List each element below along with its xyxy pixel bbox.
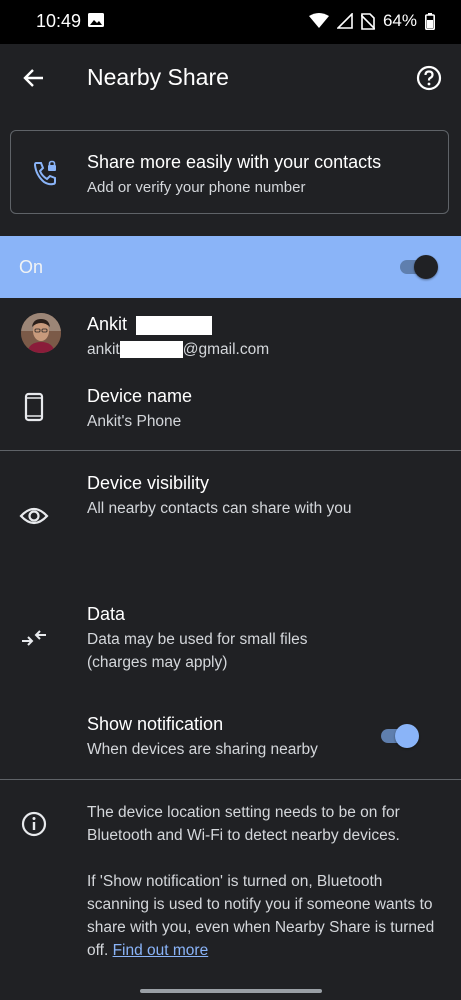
gallery-icon	[88, 13, 104, 27]
avatar	[21, 313, 61, 353]
data-label: Data	[87, 604, 126, 624]
bluetooth-info-text: If 'Show notification' is turned on, Blu…	[87, 873, 435, 959]
redacted-email	[119, 341, 183, 359]
show-notification-value: When devices are sharing nearby	[87, 741, 318, 758]
no-sim-icon	[360, 12, 375, 30]
device-name-value: Ankit's Phone	[87, 413, 182, 430]
nearby-share-toggle-row[interactable]: On	[0, 236, 461, 298]
nearby-share-switch[interactable]	[400, 255, 438, 279]
page-title: Nearby Share	[87, 64, 229, 90]
avatar-image	[21, 313, 61, 353]
help-button[interactable]	[413, 62, 445, 94]
app-bar: Nearby Share	[0, 44, 461, 112]
back-button[interactable]	[18, 62, 50, 94]
info-icon	[21, 811, 47, 837]
device-name-row[interactable]: Device name Ankit's Phone	[0, 372, 461, 442]
location-info-text: The device location setting needs to be …	[87, 804, 400, 844]
signal-icon	[336, 13, 353, 29]
battery-percent: 64%	[382, 11, 417, 30]
divider	[0, 450, 461, 451]
phone-lock-icon	[33, 160, 56, 186]
card-title: Share more easily with your contacts	[87, 152, 382, 172]
toggle-label: On	[19, 257, 44, 277]
device-visibility-label: Device visibility	[87, 473, 210, 493]
account-name: Ankit	[87, 314, 213, 335]
help-icon	[416, 65, 442, 91]
data-usage-row[interactable]: Data Data may be used for small files (c…	[0, 594, 461, 684]
data-value-line2: (charges may apply)	[87, 654, 228, 671]
card-subtitle: Add or verify your phone number	[87, 179, 306, 196]
data-arrows-icon	[22, 630, 46, 646]
show-notification-switch[interactable]	[381, 724, 419, 748]
gesture-nav-handle[interactable]	[140, 989, 322, 993]
status-bar: 10:49 64%	[0, 0, 461, 44]
find-out-more-link[interactable]: Find out more	[113, 942, 209, 959]
back-arrow-icon	[23, 69, 43, 87]
eye-icon	[19, 507, 49, 525]
data-value-line1: Data may be used for small files	[87, 631, 308, 648]
device-name-label: Device name	[87, 386, 193, 406]
account-email: ankit @gmail.com	[87, 341, 270, 359]
phone-icon	[24, 392, 44, 422]
wifi-icon	[308, 13, 329, 28]
status-icons: 64%	[308, 11, 435, 31]
device-visibility-row[interactable]: Device visibility All nearby contacts ca…	[0, 462, 461, 572]
add-phone-number-card[interactable]: Share more easily with your contacts Add…	[10, 130, 449, 214]
status-time: 10:49	[36, 11, 82, 31]
redacted-surname	[136, 315, 213, 335]
show-notification-label: Show notification	[87, 714, 224, 734]
divider	[0, 779, 461, 780]
battery-icon	[425, 12, 435, 30]
device-visibility-value: All nearby contacts can share with you	[87, 500, 352, 517]
